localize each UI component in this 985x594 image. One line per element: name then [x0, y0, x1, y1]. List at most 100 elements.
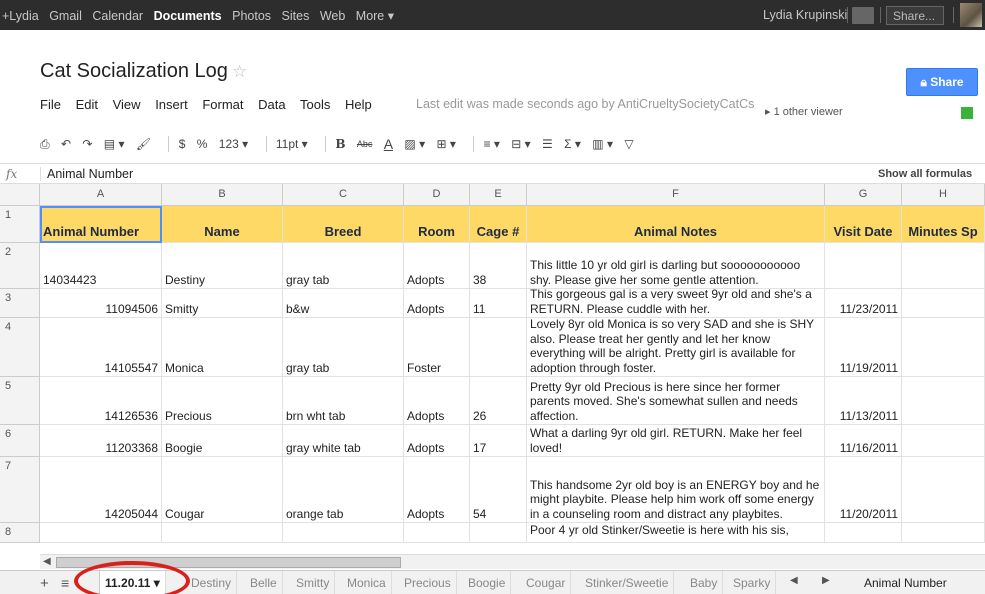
paste-icon[interactable]: ▤ ▾ [104, 137, 125, 151]
cell-number[interactable]: 14034423 [40, 243, 162, 289]
sheet-tab[interactable]: Destiny [186, 571, 238, 594]
scroll-left-icon[interactable]: ◀ [43, 556, 51, 567]
column-header-a[interactable]: A [40, 184, 162, 206]
cell-breed[interactable]: gray tab [283, 318, 404, 377]
cell-room[interactable]: Adopts [404, 289, 470, 318]
cell-number[interactable] [40, 523, 162, 543]
cell-breed[interactable]: b&w [283, 289, 404, 318]
cell-number[interactable]: 11094506 [40, 289, 162, 318]
tab-scroll-right-icon[interactable]: ▶ [822, 575, 830, 586]
gbar-link-documents[interactable]: Documents [154, 9, 222, 23]
cell-room[interactable]: Adopts [404, 457, 470, 523]
cell-room[interactable]: Foster [404, 318, 470, 377]
cell-name[interactable]: Smitty [162, 289, 283, 318]
cell-notes[interactable]: Poor 4 yr old Stinker/Sweetie is here wi… [527, 523, 825, 543]
row-header[interactable]: 1 [0, 206, 40, 243]
functions-dropdown[interactable]: Σ ▾ [564, 137, 581, 151]
header-cell[interactable]: Visit Date [825, 206, 902, 243]
sheet-tab[interactable]: Monica [342, 571, 392, 594]
last-edit-status[interactable]: Last edit was made seconds ago by AntiCr… [416, 97, 754, 111]
chart-icon[interactable]: ▥ ▾ [592, 137, 613, 151]
cell-number[interactable]: 14126536 [40, 377, 162, 425]
font-size-dropdown[interactable]: 11pt ▾ [276, 137, 308, 151]
cell-name[interactable]: Monica [162, 318, 283, 377]
column-header-b[interactable]: B [162, 184, 283, 206]
cell-minutes[interactable] [902, 457, 985, 523]
cell-notes[interactable]: Pretty 9yr old Precious is here since he… [527, 377, 825, 425]
cell-notes[interactable]: What a darling 9yr old girl. RETURN. Mak… [527, 425, 825, 457]
column-header-e[interactable]: E [470, 184, 527, 206]
share-button[interactable]: 🔒︎ Share [906, 68, 978, 96]
cell-room[interactable] [404, 523, 470, 543]
sheet-tab[interactable]: Sparky [728, 571, 777, 594]
cell-cage[interactable]: 26 [470, 377, 527, 425]
cell-room[interactable]: Adopts [404, 243, 470, 289]
user-name[interactable]: Lydia Krupinski [763, 8, 847, 22]
row-header[interactable]: 7 [0, 457, 40, 523]
gbar-link-sites[interactable]: Sites [282, 9, 310, 23]
number-format-dropdown[interactable]: 123 ▾ [219, 137, 248, 151]
sheet-tab[interactable]: Boogie [463, 571, 512, 594]
row-header[interactable]: 3 [0, 289, 40, 318]
merge-icon[interactable]: ⊟ ▾ [511, 137, 530, 151]
wrap-text-icon[interactable]: ☰ [542, 137, 553, 151]
percent-format-button[interactable]: % [197, 137, 208, 151]
sheet-tab[interactable]: Belle [245, 571, 283, 594]
header-cell[interactable]: Animal Number [40, 206, 162, 243]
cell-minutes[interactable] [902, 377, 985, 425]
cell-number[interactable]: 11203368 [40, 425, 162, 457]
cell-cage[interactable]: 17 [470, 425, 527, 457]
cell-date[interactable] [825, 243, 902, 289]
sheet-list-icon[interactable]: ≡ [61, 575, 69, 591]
cell-notes[interactable]: This little 10 yr old girl is darling bu… [527, 243, 825, 289]
cell-room[interactable]: Adopts [404, 425, 470, 457]
cell-cage[interactable]: 11 [470, 289, 527, 318]
sheet-tab[interactable]: Precious [399, 571, 457, 594]
borders-icon[interactable]: ⊞ ▾ [436, 137, 455, 151]
corner-header[interactable] [0, 184, 40, 206]
gbar-link-gmail[interactable]: Gmail [49, 9, 82, 23]
row-header[interactable]: 5 [0, 377, 40, 425]
cell-cage[interactable]: 38 [470, 243, 527, 289]
header-cell[interactable]: Minutes Sp [902, 206, 985, 243]
print-icon[interactable]: ⎙ [40, 137, 50, 152]
filter-icon[interactable]: ▽ [624, 137, 633, 151]
tab-scroll-left-icon[interactable]: ◀ [790, 575, 798, 586]
cell-notes[interactable]: Lovely 8yr old Monica is so very SAD and… [527, 318, 825, 377]
cell-name[interactable]: Precious [162, 377, 283, 425]
column-header-d[interactable]: D [404, 184, 470, 206]
gbar-share-button[interactable]: Share... [886, 6, 944, 25]
strikethrough-button[interactable]: Abc [357, 139, 373, 149]
column-header-g[interactable]: G [825, 184, 902, 206]
column-header-f[interactable]: F [527, 184, 825, 206]
formula-input[interactable]: Animal Number [40, 167, 133, 181]
gbar-link-more[interactable]: More ▾ [356, 9, 394, 23]
sheet-tab[interactable]: Baby [685, 571, 724, 594]
cell-notes[interactable]: This gorgeous gal is a very sweet 9yr ol… [527, 289, 825, 318]
star-icon[interactable]: ☆ [232, 62, 247, 82]
cell-date[interactable]: 11/16/2011 [825, 425, 902, 457]
add-sheet-icon[interactable]: + [40, 575, 49, 592]
cell-cage[interactable] [470, 523, 527, 543]
sheet-tab[interactable]: Cougar [521, 571, 572, 594]
row-header[interactable]: 4 [0, 318, 40, 377]
cell-date[interactable]: 11/23/2011 [825, 289, 902, 318]
cell-minutes[interactable] [902, 289, 985, 318]
avatar[interactable] [960, 3, 982, 27]
cell-breed[interactable]: orange tab [283, 457, 404, 523]
other-viewers[interactable]: ▸ 1 other viewer [765, 105, 843, 118]
cell-cage[interactable] [470, 318, 527, 377]
fill-color-icon[interactable]: ▨ ▾ [404, 137, 425, 151]
gbar-link-calendar[interactable]: Calendar [92, 9, 143, 23]
cell-name[interactable]: Cougar [162, 457, 283, 523]
menu-data[interactable]: Data [258, 97, 285, 112]
cell-date[interactable]: 11/13/2011 [825, 377, 902, 425]
cell-name[interactable]: Destiny [162, 243, 283, 289]
cell-name[interactable] [162, 523, 283, 543]
cell-name[interactable]: Boogie [162, 425, 283, 457]
align-icon[interactable]: ≡ ▾ [484, 137, 500, 151]
menu-file[interactable]: File [40, 97, 61, 112]
cell-date[interactable]: 11/19/2011 [825, 318, 902, 377]
cell-date[interactable]: 11/20/2011 [825, 457, 902, 523]
menu-view[interactable]: View [113, 97, 141, 112]
